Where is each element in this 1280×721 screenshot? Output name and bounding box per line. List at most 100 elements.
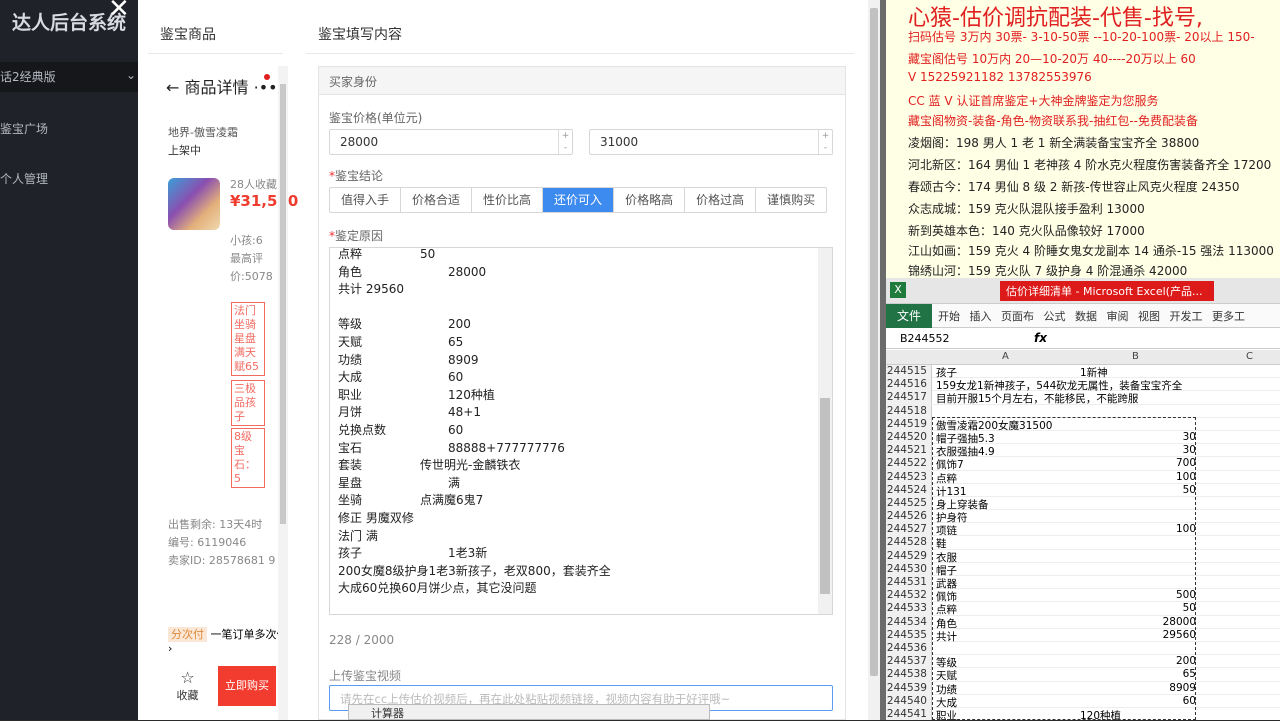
sheet-row[interactable]: 244529 衣服 [886, 549, 1280, 564]
sheet-row[interactable]: 244522 佩饰7 700 [886, 457, 1280, 471]
row-number[interactable]: 244535 [886, 628, 932, 642]
cell-b[interactable]: 30 [1076, 431, 1196, 443]
conclusion-option[interactable]: 价格过高 [685, 188, 757, 212]
cell-b[interactable]: 60 [1076, 695, 1196, 707]
row-number[interactable]: 244522 [886, 457, 932, 471]
sheet-row[interactable]: 244541 职业 120种植 [886, 707, 1280, 720]
cell-b[interactable]: 200 [1076, 655, 1196, 667]
sheet-row[interactable]: 244515 孩子 1新神 [886, 365, 1280, 379]
row-number[interactable]: 244536 [886, 641, 932, 655]
row-number[interactable]: 244538 [886, 668, 932, 682]
cell-b[interactable]: 65 [1076, 668, 1196, 680]
conclusion-option[interactable]: 价格略高 [614, 188, 686, 212]
row-number[interactable]: 244518 [886, 404, 932, 418]
preview-scrollbar[interactable] [278, 66, 288, 720]
row-number[interactable]: 244531 [886, 576, 932, 589]
sheet-row[interactable]: 244521 衣服强抽4.9 30 [886, 444, 1280, 458]
modal-scrollbar[interactable] [868, 0, 880, 720]
price-min-input[interactable]: 28000 + - [329, 129, 573, 155]
row-number[interactable]: 244537 [886, 655, 932, 669]
cell-b[interactable]: 29560 [1076, 629, 1196, 641]
cell-b[interactable]: 50 [1076, 484, 1196, 496]
row-number[interactable]: 244527 [886, 523, 932, 537]
sheet-row[interactable]: 244539 功绩 8909 [886, 681, 1280, 696]
sheet-row[interactable]: 244537 等级 200 [886, 655, 1280, 669]
back-button[interactable]: ← 商品详情 ·•• [166, 74, 278, 98]
sheet-row[interactable]: 244519 傲雪凌霜200女魔31500 [886, 417, 1280, 432]
sheet-row[interactable]: 244538 天赋 65 [886, 668, 1280, 682]
row-number[interactable]: 244529 [886, 549, 932, 563]
cell-b[interactable]: 120种植 [1080, 708, 1121, 720]
textarea-scrollbar[interactable] [818, 248, 832, 614]
conclusion-option[interactable]: 性价比高 [472, 188, 544, 212]
column-c[interactable]: C [1246, 351, 1253, 362]
sheet-row[interactable]: 244534 角色 28000 [886, 615, 1280, 630]
cell-b[interactable]: 50 [1076, 602, 1196, 614]
stepper-icon[interactable]: + - [818, 130, 832, 154]
column-a[interactable]: A [1002, 351, 1009, 362]
row-number[interactable]: 244521 [886, 444, 932, 458]
sheet-row[interactable]: 244530 帽子 [886, 562, 1280, 577]
cell-a[interactable]: 职业 [936, 708, 957, 720]
file-tab[interactable]: 文件 [886, 304, 932, 328]
sheet-row[interactable]: 244520 帽子强抽5.3 30 [886, 430, 1280, 445]
row-number[interactable]: 244539 [886, 681, 932, 695]
row-number[interactable]: 244541 [886, 707, 932, 720]
row-number[interactable]: 244533 [886, 602, 932, 616]
close-icon[interactable]: ✕ [108, 0, 130, 24]
sheet-row[interactable]: 244526 护身符 [886, 510, 1280, 524]
sheet-row[interactable]: 244524 计131 50 [886, 483, 1280, 498]
name-box[interactable]: B244552 [900, 332, 950, 345]
stepper-icon[interactable]: + - [558, 130, 572, 154]
installment-info[interactable]: 分次付 一笔订单多次付 › [168, 626, 290, 655]
scroll-thumb[interactable] [870, 8, 878, 676]
row-number[interactable]: 244532 [886, 589, 932, 603]
cell-b[interactable]: 28000 [1076, 616, 1196, 628]
sheet-row[interactable]: 244532 佩饰 500 [886, 589, 1280, 603]
sidebar-item-personal[interactable]: 个人管理 [0, 170, 48, 187]
conclusion-option[interactable]: 价格合适 [401, 188, 473, 212]
conclusion-option[interactable]: 值得入手 [330, 188, 402, 212]
row-number[interactable]: 244526 [886, 510, 932, 524]
row-number[interactable]: 244525 [886, 496, 932, 510]
sheet-row[interactable]: 244523 点粹 100 [886, 470, 1280, 485]
sheet-row[interactable]: 244518 [886, 404, 1280, 418]
favorite-button[interactable]: ☆ 收藏 [160, 662, 215, 708]
row-number[interactable]: 244515 [886, 365, 932, 378]
row-number[interactable]: 244520 [886, 430, 932, 444]
cell-b[interactable]: 100 [1076, 523, 1196, 535]
sheet-row[interactable]: 244527 项链 100 [886, 523, 1280, 537]
cell-b[interactable]: 30 [1076, 444, 1196, 456]
conclusion-option[interactable]: 还价可入 [543, 188, 615, 212]
reason-textarea[interactable]: 点粹 50 角色 28000 共计 29560 等级 200 天赋 65 功绩 8909 大成 60 职业… [329, 247, 833, 615]
sheet-row[interactable]: 244533 点粹 50 [886, 602, 1280, 616]
row-number[interactable]: 244540 [886, 694, 932, 708]
calculator-window[interactable]: 计算器 [348, 704, 710, 720]
row-number[interactable]: 244516 [886, 378, 932, 392]
version-selector[interactable]: 话2经典版 ⌄ [0, 62, 138, 92]
sheet-row[interactable]: 244540 大成 60 [886, 694, 1280, 709]
ribbon-tabs[interactable]: 开始 插入 页面布 公式 数据 审阅 视图 开发工 更多工 [938, 308, 1245, 324]
sheet-row[interactable]: 244517 目前开服15个月左右，不能移民，不能跨服 [886, 391, 1280, 405]
sheet-row[interactable]: 244536 [886, 641, 1280, 656]
column-b[interactable]: B [1132, 351, 1139, 362]
scroll-thumb[interactable] [280, 84, 286, 524]
buy-now-button[interactable]: 立即购买 [218, 666, 276, 706]
row-number[interactable]: 244524 [886, 483, 932, 497]
cell-b[interactable]: 100 [1076, 471, 1196, 483]
sheet-row[interactable]: 244531 武器 [886, 576, 1280, 590]
row-number[interactable]: 244528 [886, 536, 932, 550]
sidebar-item-plaza[interactable]: 鉴宝广场 [0, 120, 48, 137]
row-number[interactable]: 244534 [886, 615, 932, 629]
row-number[interactable]: 244530 [886, 562, 932, 576]
sheet-row[interactable]: 244535 共计 29560 [886, 628, 1280, 643]
row-number[interactable]: 244517 [886, 391, 932, 405]
sheet-row[interactable]: 244528 鞋 [886, 536, 1280, 550]
cell-b[interactable]: 8909 [1076, 682, 1196, 694]
fx-icon[interactable]: fx [1034, 331, 1047, 345]
cell-b[interactable]: 500 [1076, 589, 1196, 601]
row-number[interactable]: 244523 [886, 470, 932, 484]
scroll-thumb[interactable] [820, 398, 830, 594]
price-max-input[interactable]: 31000 + - [589, 129, 833, 155]
cell-b[interactable]: 700 [1076, 457, 1196, 469]
